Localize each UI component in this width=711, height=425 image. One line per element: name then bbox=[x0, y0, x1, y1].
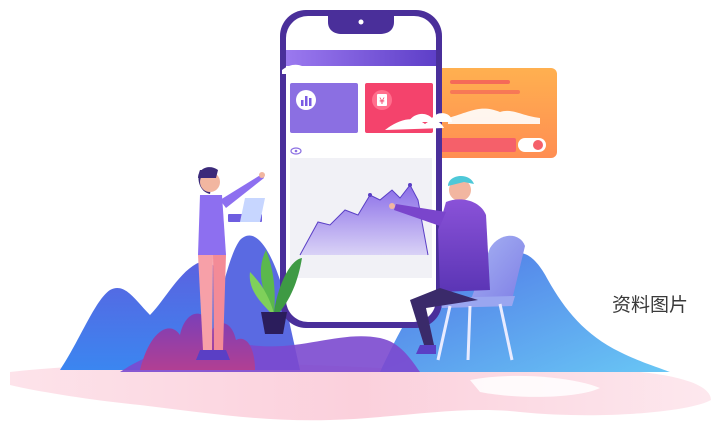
svg-text:¥: ¥ bbox=[379, 97, 385, 107]
bar-chart-icon bbox=[296, 90, 316, 110]
phone: ¥ bbox=[280, 10, 444, 328]
phone-header-bar bbox=[286, 50, 436, 66]
illustration: ¥ bbox=[10, 10, 711, 421]
image-caption: 资料图片 bbox=[612, 294, 689, 316]
yen-coin-icon: ¥ bbox=[372, 90, 392, 110]
